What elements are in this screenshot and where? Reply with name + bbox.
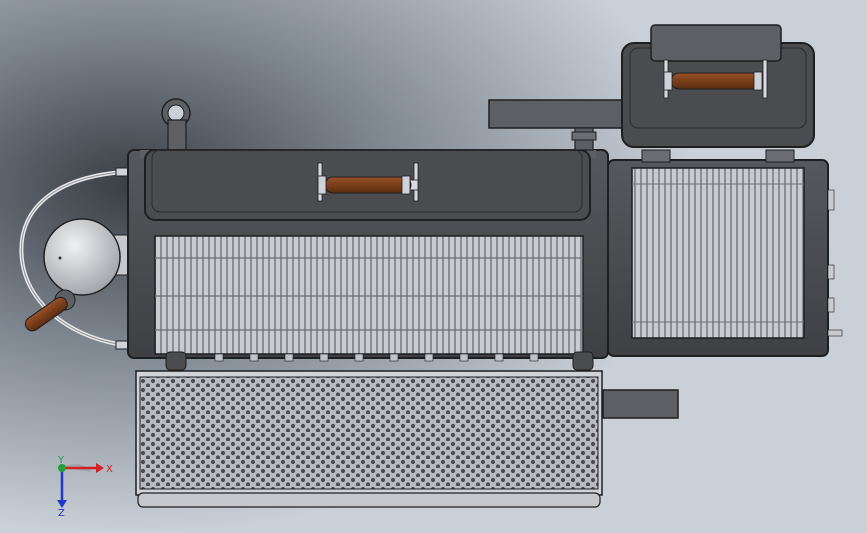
- x-axis-label: X: [106, 464, 113, 475]
- firebox-lid-cap: [650, 24, 782, 62]
- y-axis-label: Y: [57, 455, 65, 466]
- gauge-dial: [43, 218, 121, 296]
- firebox-lid[interactable]: [621, 24, 815, 148]
- cad-viewport[interactable]: X Y Z: [0, 0, 867, 533]
- firebox-grate: [631, 167, 805, 339]
- z-axis-label: Z: [58, 508, 65, 519]
- model-view[interactable]: X Y Z: [0, 0, 867, 533]
- perforated-shelf[interactable]: [135, 370, 603, 508]
- side-tube: [602, 389, 679, 419]
- firebox[interactable]: [607, 149, 843, 357]
- main-chamber[interactable]: [127, 149, 609, 371]
- cooking-grate: [154, 235, 584, 355]
